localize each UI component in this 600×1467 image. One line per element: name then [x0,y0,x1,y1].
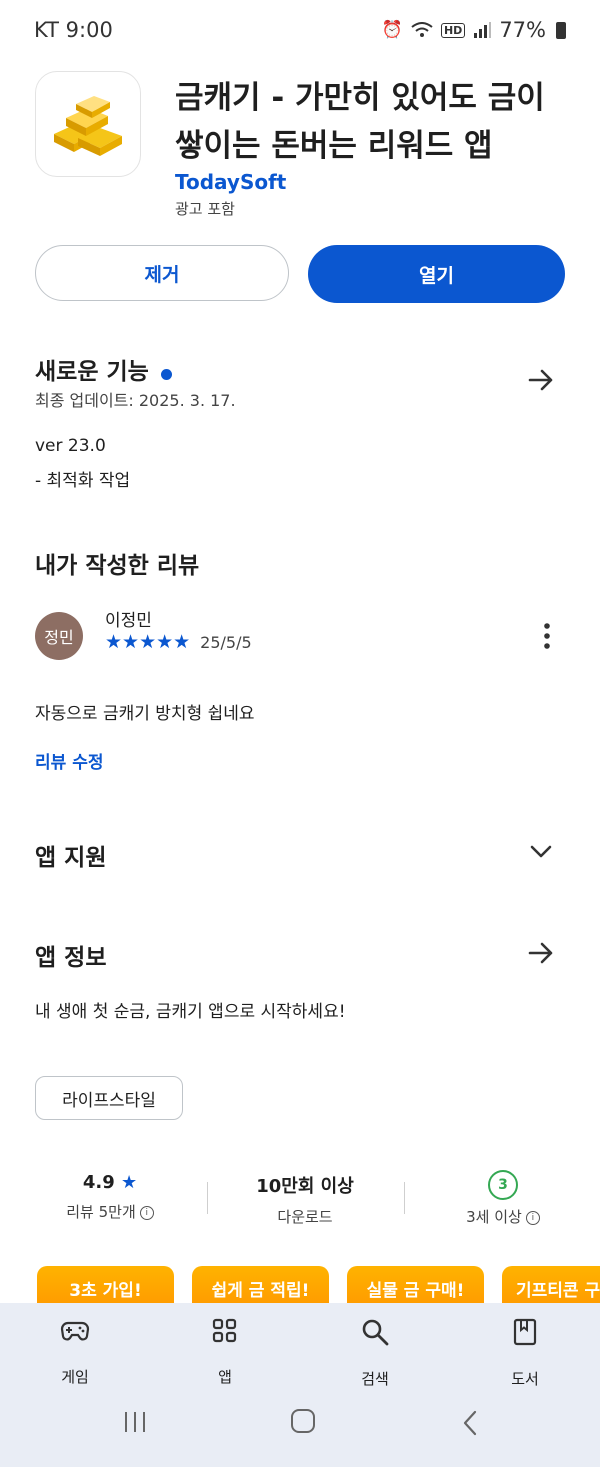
battery-icon [556,21,566,39]
downloads-label: 다운로드 [277,1208,333,1226]
last-updated: 최종 업데이트: 2025. 3. 17. [35,391,236,410]
nav-apps[interactable]: 앱 [165,1318,285,1387]
gold-bars-icon [54,96,122,156]
downloads-stat: 10만회 이상 다운로드 [205,1172,405,1227]
rating-star-icon: ★ [121,1172,138,1193]
info-icon: i [139,1205,154,1220]
category-chip[interactable]: 라이프스타일 [35,1076,183,1120]
version-text: ver 23.0 [35,436,106,456]
uninstall-button[interactable]: 제거 [35,245,289,301]
nav-label: 도서 [511,1370,539,1388]
downloads-value: 10만회 이상 [256,1176,354,1197]
whats-new-header[interactable]: 새로운 기능 [35,352,172,386]
nav-label: 앱 [218,1368,232,1386]
search-icon [362,1319,389,1346]
rating-value: 4.9 [82,1172,115,1193]
nav-label: 게임 [61,1368,89,1386]
signal-icon [474,22,492,38]
whats-new-arrow-icon[interactable] [527,366,555,394]
release-note: - 최적화 작업 [35,471,131,491]
review-author: 이정민 [105,611,152,631]
app-support-title[interactable]: 앱 지원 [35,838,107,872]
app-icon [35,71,141,177]
new-dot-indicator [160,369,172,380]
avatar: 정민 [35,612,83,660]
nav-label: 검색 [361,1370,389,1388]
review-date: 25/5/5 [200,632,252,652]
age-rating-badge: 3 [488,1170,518,1200]
chevron-down-icon[interactable] [529,842,553,862]
review-meta: ★★★★★ 25/5/5 [105,631,252,653]
rating-value-row: 4.9 ★ [10,1172,210,1193]
age-label-row: 3세 이상 i [403,1206,600,1227]
rating-stat[interactable]: 4.9 ★ 리뷰 5만개 i [10,1172,210,1222]
wifi-icon [411,22,433,37]
review-text: 자동으로 금캐기 방치형 쉽네요 [35,704,255,724]
status-time: KT 9:00 [34,18,113,42]
hd-icon: HD [440,22,466,38]
nav-search[interactable]: 검색 [315,1318,435,1389]
review-count-row: 리뷰 5만개 i [10,1201,210,1222]
my-review-title: 내가 작성한 리뷰 [35,553,200,579]
info-icon: i [525,1210,540,1225]
open-button[interactable]: 열기 [308,245,565,303]
age-label: 3세 이상 [466,1208,522,1226]
gamepad-icon [60,1321,90,1341]
more-options-icon[interactable] [535,622,559,650]
apps-grid-icon [212,1318,237,1343]
whats-new-title: 새로운 기능 [35,359,149,385]
alarm-icon: ⏰ [381,20,403,40]
ads-label: 광고 포함 [175,200,235,218]
developer-link[interactable]: TodaySoft [175,170,286,194]
recent-apps-icon[interactable] [122,1410,148,1434]
app-description: 내 생애 첫 순금, 금캐기 앱으로 시작하세요! [35,1002,346,1022]
book-icon [513,1318,537,1346]
app-info-arrow-icon[interactable] [527,939,555,967]
back-icon[interactable] [460,1410,480,1436]
review-stars: ★★★★★ [105,631,191,653]
nav-books[interactable]: 도서 [465,1318,585,1389]
battery-text: 77% [499,18,546,42]
edit-review-link[interactable]: 리뷰 수정 [35,748,103,773]
home-icon[interactable] [290,1408,316,1434]
age-stat[interactable]: 3 3세 이상 i [403,1170,600,1227]
status-icons: ⏰ HD 77% [382,18,566,42]
review-count: 리뷰 5만개 [66,1203,136,1221]
app-title: 금캐기 - 가만히 있어도 금이 쌓이는 돈버는 리워드 앱 [175,80,545,164]
app-info-title[interactable]: 앱 정보 [35,938,107,972]
nav-games[interactable]: 게임 [15,1318,135,1387]
